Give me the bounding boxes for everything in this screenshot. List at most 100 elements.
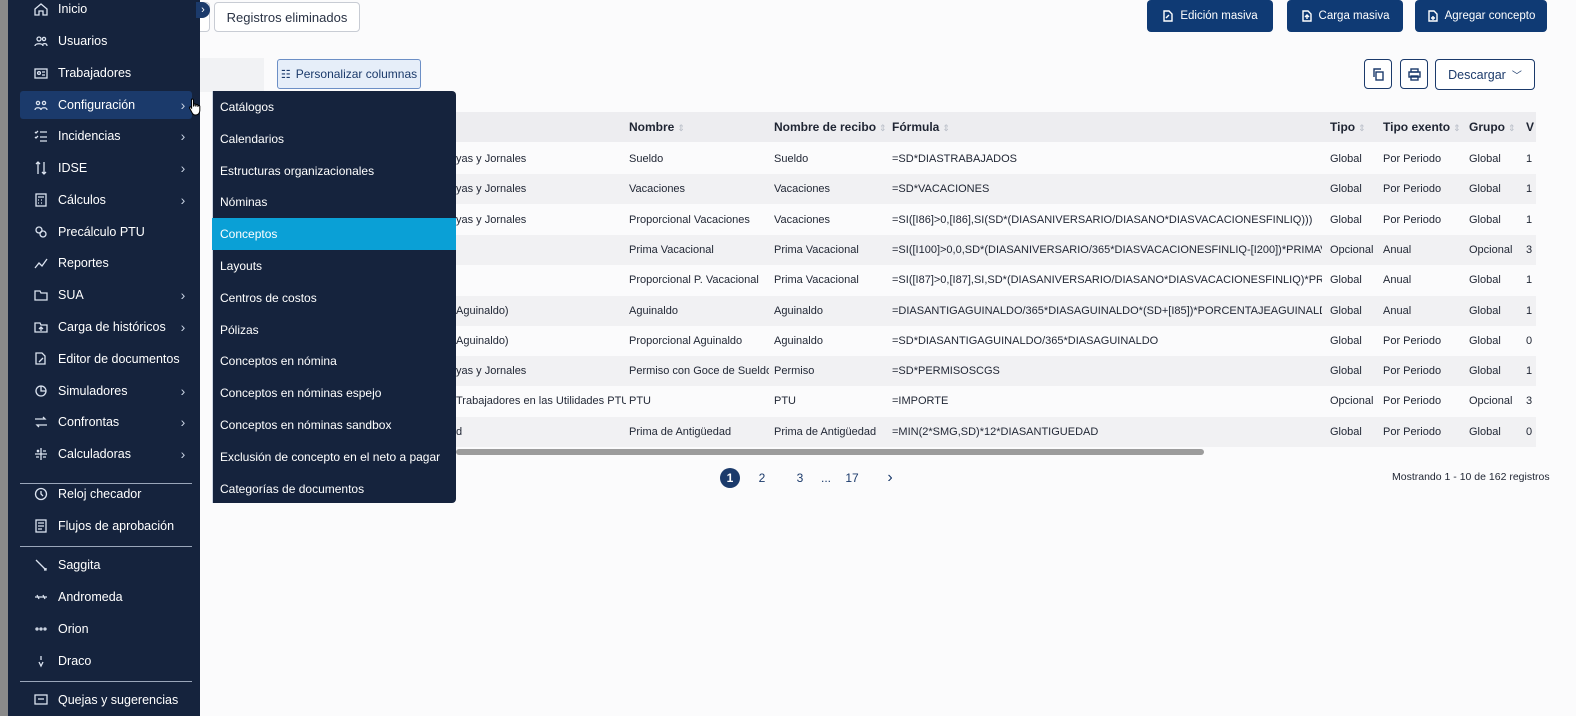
mass-edit-label: Edición masiva — [1180, 10, 1258, 22]
col-header-grupo[interactable]: Grupo ⇕ — [1469, 120, 1516, 134]
sidebar-item-usuarios[interactable]: Usuarios — [20, 27, 192, 55]
sidebar-item-incidencias[interactable]: Incidencias › — [20, 122, 192, 150]
table-header: Nombre ⇕ Nombre de recibo ⇕ Fórmula ⇕ Tipo ⇕… — [456, 112, 1536, 142]
sidebar-item-quejas-y-sugerencias[interactable]: Quejas y sugerencias — [20, 686, 192, 714]
configuracion-submenu: Catálogos Calendarios Estructuras organiza… — [212, 91, 456, 503]
submenu-item-nominas[interactable]: Nóminas — [212, 186, 456, 218]
cell-formula: =SI([I86]>0,[I86],SI(SD*(DIASANIVERSARIO… — [892, 213, 1313, 226]
col-header-v[interactable]: V — [1526, 120, 1534, 134]
sidebar-item-label: Carga de históricos — [58, 320, 166, 334]
cell-nombre-recibo: Aguinaldo — [774, 304, 823, 317]
mass-edit-button[interactable]: Edición masiva — [1147, 0, 1273, 32]
page-3-button[interactable]: 3 — [789, 469, 811, 487]
cell-nombre: Vacaciones — [629, 183, 686, 196]
chart-line-icon — [32, 256, 50, 270]
submenu-item-conceptos-en-nominas-espejo[interactable]: Conceptos en nóminas espejo — [212, 377, 456, 409]
cell-grupo: Opcional — [1469, 395, 1513, 408]
submenu-item-layouts[interactable]: Layouts — [212, 250, 456, 282]
sidebar-item-draco[interactable]: Draco — [20, 647, 192, 675]
table-row[interactable]: yas y Jornales Sueldo Sueldo =SD*DIASTRABAJ… — [456, 144, 1536, 174]
download-dropdown[interactable]: Descargar ﹀ — [1435, 59, 1535, 90]
sidebar-item-flujos-de-aprobacion[interactable]: Flujos de aprobación — [20, 512, 192, 540]
sidebar-item-andromeda[interactable]: Andromeda — [20, 583, 192, 611]
cell-tipo-exento: Por Periodo — [1383, 153, 1442, 165]
submenu-item-categorias-de-documentos[interactable]: Categorías de documentos — [212, 473, 456, 505]
page-17-button[interactable]: 17 — [841, 469, 863, 487]
sidebar-item-simuladores[interactable]: Simuladores › — [20, 377, 192, 405]
col-header-tipo[interactable]: Tipo ⇕ — [1330, 120, 1366, 134]
sidebar-item-trabajadores[interactable]: Trabajadores — [20, 59, 192, 87]
col-header-tipo-exento[interactable]: Tipo exento ⇕ — [1383, 120, 1461, 134]
sidebar-item-configuracion[interactable]: Configuración › — [20, 91, 192, 119]
cell-v: 1 — [1526, 153, 1533, 165]
sidebar-item-carga-de-historicos[interactable]: Carga de históricos › — [20, 313, 192, 341]
cell-nombre-recibo: Permiso — [774, 365, 815, 378]
orion-icon — [32, 622, 50, 636]
cell-formula: =SD*VACACIONES — [892, 183, 990, 196]
filter-area — [200, 58, 264, 92]
arrows-icon — [32, 161, 50, 175]
sidebar-item-reportes[interactable]: Reportes — [20, 249, 192, 277]
next-page-button[interactable]: › — [879, 469, 901, 487]
cell-nombre-recibo: Prima Vacacional — [774, 274, 859, 287]
doc-add-icon — [1427, 10, 1438, 22]
col-header-formula[interactable]: Fórmula ⇕ — [892, 120, 950, 134]
sidebar-item-inicio[interactable]: Inicio — [20, 0, 192, 23]
sidebar-item-calculadoras[interactable]: Calculadoras › — [20, 440, 192, 468]
sidebar-item-calculos[interactable]: Cálculos › — [20, 186, 192, 214]
submenu-item-centros-de-costos[interactable]: Centros de costos — [212, 282, 456, 314]
table-row[interactable]: Aguinaldo) Aguinaldo Aguinaldo =DIASANTIGAG… — [456, 295, 1536, 326]
sidebar-item-label: Flujos de aprobación — [58, 519, 175, 533]
customize-columns-button[interactable]: ☷ Personalizar columnas — [277, 59, 421, 89]
sidebar-item-label: Configuración — [58, 98, 136, 112]
page-2-button[interactable]: 2 — [751, 469, 773, 487]
sidebar-item-saggita[interactable]: Saggita — [20, 551, 192, 579]
page-1-button[interactable]: 1 — [720, 468, 740, 488]
submenu-item-calendarios[interactable]: Calendarios — [212, 123, 456, 155]
tab-deleted-records[interactable]: Registros eliminados — [214, 2, 360, 32]
doc-edit-icon — [32, 352, 50, 366]
submenu-item-conceptos-en-nominas-sandbox[interactable]: Conceptos en nóminas sandbox — [212, 409, 456, 441]
table-row[interactable]: yas y Jornales Permiso con Goce de Sueldo… — [456, 356, 1536, 387]
table-row[interactable]: Aguinaldo) Proporcional Aguinaldo Aguinald… — [456, 326, 1536, 356]
sidebar-item-editor-de-documentos[interactable]: Editor de documentos — [20, 345, 192, 373]
table-row[interactable]: yas y Jornales Proporcional Vacaciones Vac… — [456, 205, 1536, 235]
horizontal-scrollbar[interactable] — [456, 449, 1204, 455]
cell-tipo: Global — [1330, 274, 1362, 287]
add-concept-button[interactable]: Agregar concepto — [1415, 0, 1547, 32]
table-row[interactable]: d Prima de Antigüedad Prima de Antigüedad =… — [456, 416, 1536, 447]
sidebar-item-label: Calculadoras — [58, 447, 131, 461]
table-row[interactable]: yas y Jornales Vacaciones Vacaciones =SD*VA… — [456, 174, 1536, 205]
cell-description: Aguinaldo) — [456, 334, 509, 347]
settings-people-icon — [32, 98, 50, 112]
submenu-item-conceptos-en-nomina[interactable]: Conceptos en nómina — [212, 345, 456, 377]
sidebar-item-orion[interactable]: Orion — [20, 615, 192, 643]
print-icon — [1407, 67, 1421, 81]
chevron-right-icon: › — [180, 383, 186, 399]
sidebar-item-precalculo-ptu[interactable]: Precálculo PTU — [20, 218, 192, 246]
table-row[interactable]: Prima Vacacional Prima Vacacional =SI([I10… — [456, 234, 1536, 265]
col-header-nombre-recibo[interactable]: Nombre de recibo ⇕ — [774, 120, 887, 134]
table-row[interactable]: Trabajadores en las Utilidades PTU PTU PTU… — [456, 386, 1536, 416]
cell-v: 1 — [1526, 183, 1533, 196]
cell-nombre: Proporcional P. Vacacional — [629, 274, 759, 287]
submenu-item-catalogos[interactable]: Catálogos — [212, 91, 456, 123]
table-row[interactable]: Proporcional P. Vacacional Prima Vacacion… — [456, 265, 1536, 295]
cell-grupo: Global — [1469, 213, 1501, 226]
sidebar-item-sua[interactable]: SUA › — [20, 281, 192, 309]
bulk-load-button[interactable]: Carga masiva — [1287, 0, 1403, 32]
calc-grid-icon — [32, 447, 50, 461]
submenu-item-polizas[interactable]: Pólizas — [212, 314, 456, 346]
coins-icon — [32, 225, 50, 239]
records-count: Mostrando 1 - 10 de 162 registros — [1392, 471, 1550, 483]
submenu-item-estructuras-organizacionales[interactable]: Estructuras organizacionales — [212, 155, 456, 187]
add-concept-label: Agregar concepto — [1444, 10, 1536, 22]
col-header-nombre[interactable]: Nombre ⇕ — [629, 120, 685, 134]
sidebar-item-idse[interactable]: IDSE › — [20, 154, 192, 182]
submenu-item-exclusion-de-concepto-en-el-neto-a-pagar[interactable]: Exclusión de concepto en el neto a pagar — [212, 441, 456, 473]
print-button[interactable] — [1400, 59, 1428, 89]
submenu-item-conceptos[interactable]: Conceptos — [212, 218, 456, 251]
sidebar-item-confrontas[interactable]: Confrontas › — [20, 408, 192, 436]
sidebar-item-reloj-checador[interactable]: Reloj checador — [20, 480, 192, 508]
copy-button[interactable] — [1364, 59, 1392, 89]
